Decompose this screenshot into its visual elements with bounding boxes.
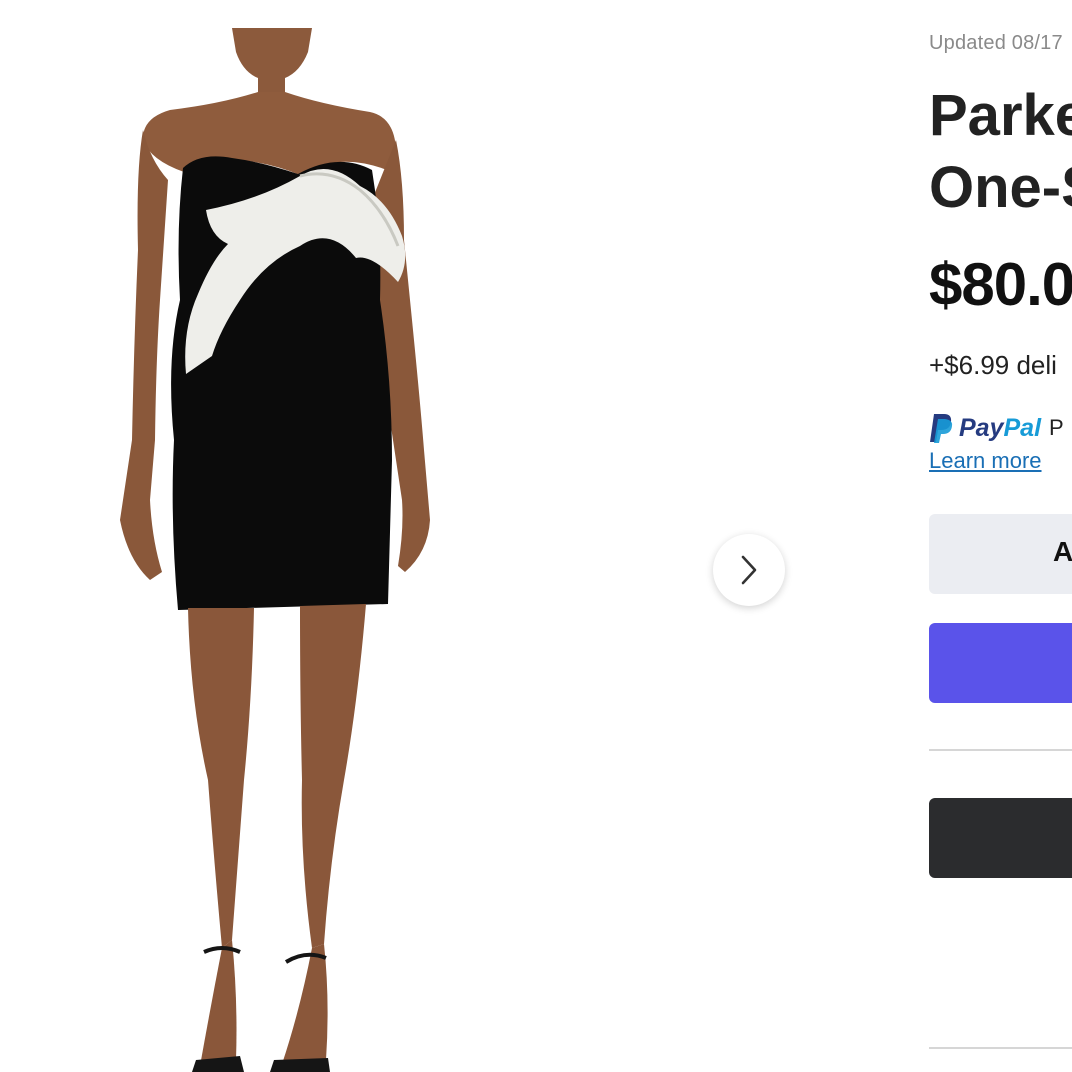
product-details-panel: Updated 08/17 Parke One-S $80.0 +$6.99 d… bbox=[929, 0, 1072, 1072]
product-title: Parke One-S bbox=[929, 80, 1072, 224]
buy-now-button[interactable] bbox=[929, 798, 1072, 878]
paypal-wordmark-pay: Pay bbox=[959, 413, 1004, 442]
product-title-line-1: Parke bbox=[929, 83, 1072, 148]
add-to-cart-button[interactable]: A bbox=[929, 514, 1072, 594]
chevron-right-icon bbox=[741, 555, 757, 585]
divider bbox=[929, 1047, 1072, 1049]
updated-date: Updated 08/17 bbox=[929, 32, 1063, 54]
paypal-logo: PayPal bbox=[929, 412, 1041, 444]
paypal-promo-text: P bbox=[1049, 415, 1064, 440]
learn-more-link[interactable]: Learn more bbox=[929, 448, 1042, 474]
product-price: $80.0 bbox=[929, 251, 1072, 318]
paypal-checkout-button[interactable] bbox=[929, 623, 1072, 703]
paypal-promo: PayPal P bbox=[929, 410, 1064, 446]
delivery-fee: +$6.99 deli bbox=[929, 350, 1057, 380]
product-gallery bbox=[0, 0, 880, 1072]
divider bbox=[929, 749, 1072, 751]
paypal-wordmark: PayPal bbox=[959, 414, 1041, 443]
paypal-p-icon bbox=[930, 414, 953, 443]
next-image-button[interactable] bbox=[713, 534, 785, 606]
paypal-wordmark-pal: Pal bbox=[1003, 413, 1042, 442]
listing-page: Updated 08/17 Parke One-S $80.0 +$6.99 d… bbox=[0, 0, 1072, 1072]
product-title-line-2: One-S bbox=[929, 155, 1072, 220]
add-to-cart-label: A bbox=[1053, 536, 1072, 567]
